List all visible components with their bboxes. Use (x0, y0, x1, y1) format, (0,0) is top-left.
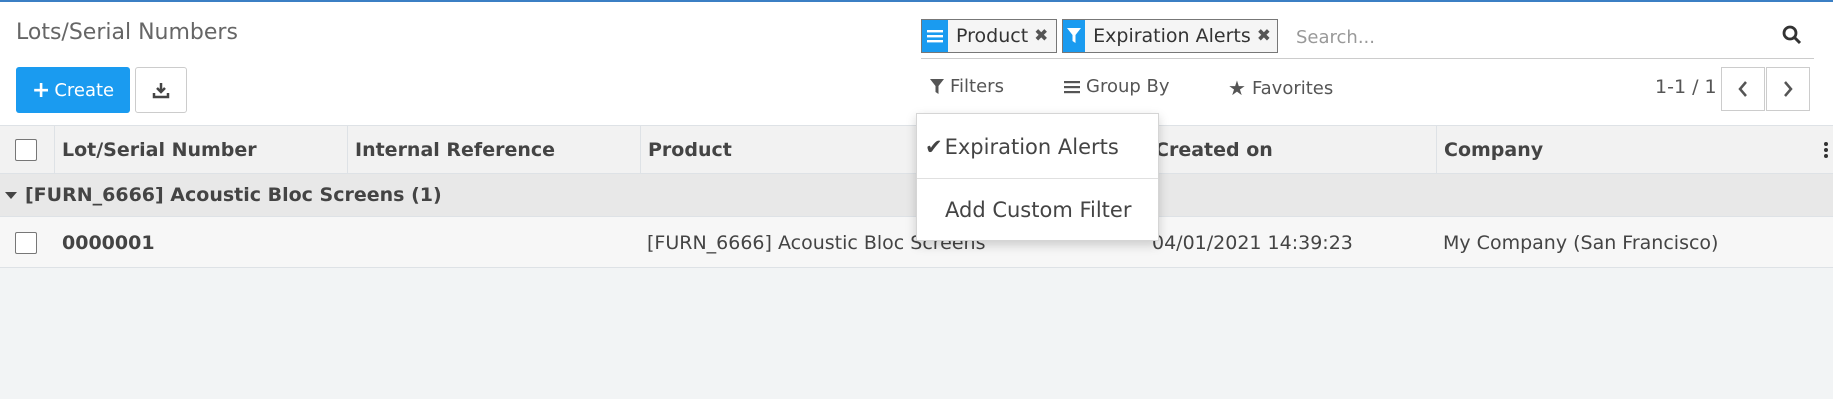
create-button[interactable]: + Create (16, 67, 130, 113)
row-select-cell (15, 217, 37, 268)
filter-icon (1063, 20, 1086, 52)
group-by-label: Group By (1086, 76, 1170, 97)
download-button[interactable] (135, 67, 187, 113)
cell-created-on: 04/01/2021 14:39:23 (1152, 231, 1353, 254)
control-panel: Lots/Serial Numbers + Create Product ✖ E… (0, 2, 1833, 126)
group-by-menu-button[interactable]: Group By (1064, 76, 1170, 97)
filter-item-label: Expiration Alerts (944, 135, 1119, 159)
cell-lot: 0000001 (62, 231, 155, 254)
cell-company: My Company (San Francisco) (1443, 231, 1719, 254)
filters-label: Filters (950, 76, 1004, 97)
plus-icon: + (31, 77, 51, 103)
facet-filter[interactable]: Expiration Alerts ✖ (1062, 19, 1278, 53)
facet-group-by[interactable]: Product ✖ (921, 19, 1057, 53)
group-row-label: [FURN_6666] Acoustic Bloc Screens (1) (25, 184, 442, 206)
caret-down-icon (5, 191, 17, 199)
facet-label: Product (956, 25, 1029, 47)
pager-value[interactable]: 1-1 / 1 (1655, 76, 1717, 98)
star-icon: ★ (1228, 76, 1246, 100)
select-all-checkbox[interactable] (15, 139, 37, 161)
group-by-icon (922, 20, 948, 52)
column-header-created-on[interactable]: Created on (1148, 126, 1437, 174)
row-checkbox[interactable] (15, 231, 37, 254)
pager-next-button[interactable] (1766, 67, 1810, 111)
favorites-menu-button[interactable]: ★ Favorites (1228, 76, 1333, 100)
column-header-lot[interactable]: Lot/Serial Number (55, 126, 348, 174)
column-header-company[interactable]: Company (1437, 126, 1820, 174)
select-all-cell (0, 126, 55, 174)
filter-icon (930, 78, 944, 94)
pager-previous-button[interactable] (1721, 67, 1765, 111)
filters-menu-button[interactable]: Filters (930, 76, 1004, 97)
add-custom-filter-label: Add Custom Filter (945, 198, 1132, 222)
filters-dropdown: ✔ Expiration Alerts Add Custom Filter (916, 113, 1159, 241)
add-custom-filter-item[interactable]: Add Custom Filter (917, 193, 1158, 227)
close-icon[interactable]: ✖ (1257, 26, 1277, 46)
favorites-label: Favorites (1251, 77, 1334, 99)
search-input[interactable] (1296, 22, 1736, 52)
download-icon (152, 83, 170, 99)
search-icon[interactable] (1782, 25, 1802, 49)
chevron-right-icon (1784, 81, 1793, 97)
close-icon[interactable]: ✖ (1034, 26, 1054, 46)
facet-label: Expiration Alerts (1093, 25, 1251, 47)
dropdown-divider (917, 178, 1158, 179)
page-title: Lots/Serial Numbers (16, 20, 238, 45)
check-icon: ✔ (925, 135, 943, 159)
column-options-icon[interactable] (1823, 138, 1829, 160)
search-bar: Product ✖ Expiration Alerts ✖ (921, 17, 1814, 59)
chevron-left-icon (1738, 81, 1747, 97)
group-by-icon (1064, 80, 1080, 93)
create-button-label: Create (54, 79, 115, 101)
filter-item-expiration-alerts[interactable]: ✔ Expiration Alerts (917, 130, 1158, 164)
column-header-internal-reference[interactable]: Internal Reference (348, 126, 641, 174)
